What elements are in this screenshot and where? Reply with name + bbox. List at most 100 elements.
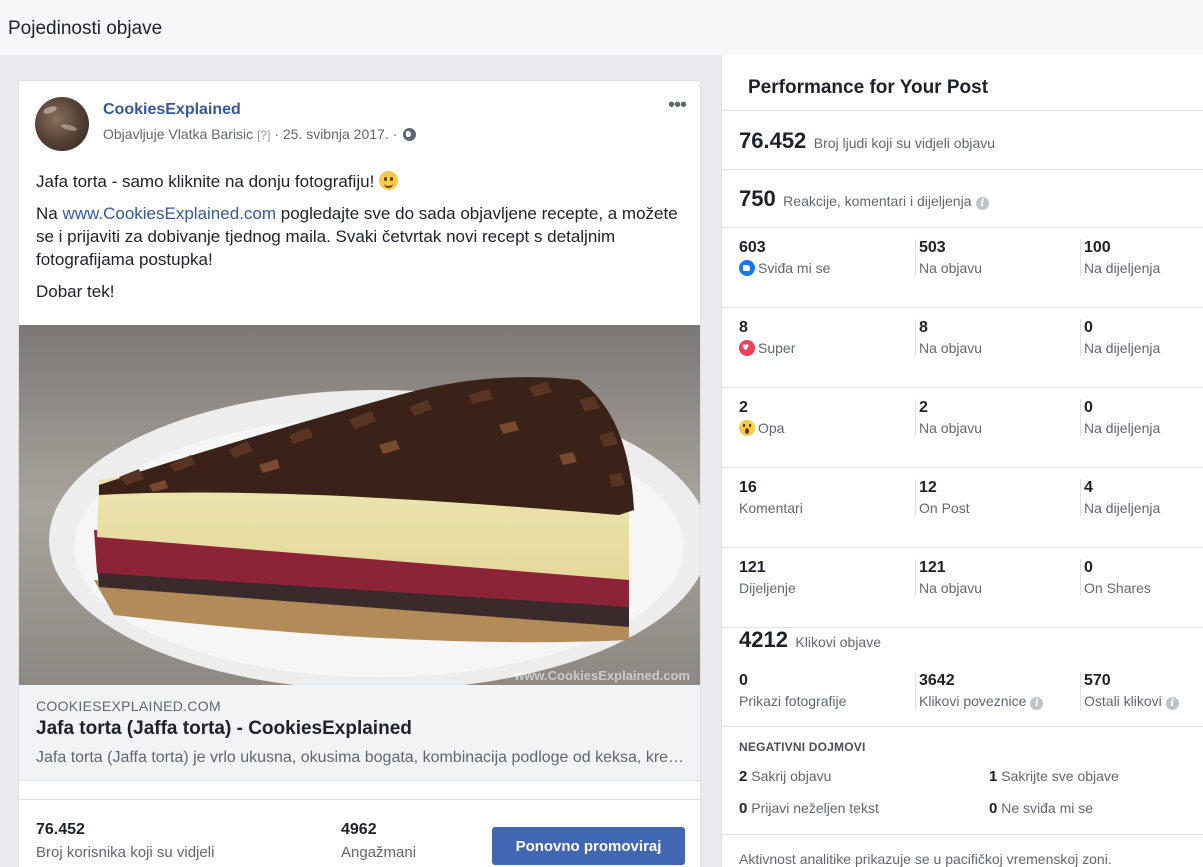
on-shares-label: Na dijeljenja bbox=[1084, 260, 1161, 276]
unlike-label: Ne sviđa mi se bbox=[1001, 800, 1094, 816]
reach-value: 76.452 bbox=[739, 128, 807, 153]
performance-panel: Performance for Your Post 76.452 Broj lj… bbox=[721, 55, 1203, 867]
on-post-label: Na objavu bbox=[919, 420, 983, 436]
total-cell: 16 Komentari bbox=[739, 479, 803, 516]
wow-icon bbox=[739, 420, 755, 436]
total-label: Sviđa mi se bbox=[758, 260, 831, 276]
engagement-label: Reakcije, komentari i dijeljenja bbox=[783, 193, 972, 209]
clicks-label: Klikovi objave bbox=[795, 634, 882, 650]
on-post-cell: 503 Na objavu bbox=[915, 239, 982, 276]
on-shares-cell: 100 Na dijeljenja bbox=[1080, 239, 1160, 276]
engagement-summary: 750 Reakcije, komentari i dijeljenja i bbox=[739, 186, 989, 212]
reaction-stat-row: 2 Opa 2 Na objavu 0 Na dijeljenja bbox=[722, 387, 1203, 463]
smiley-icon bbox=[379, 171, 399, 190]
total-label: Komentari bbox=[739, 500, 803, 516]
reaction-stat-row: 16 Komentari 12 On Post 4 Na dijeljenja bbox=[722, 467, 1203, 543]
divider bbox=[722, 169, 1203, 170]
author-label: Objavljuje Vlatka Barisic bbox=[103, 126, 254, 142]
link-clicks-cell: 3642 Klikovi poveznice i bbox=[915, 672, 1044, 710]
like-icon bbox=[739, 260, 755, 276]
total-cell: 2 Opa bbox=[739, 399, 784, 436]
total-label: Dijeljenje bbox=[739, 580, 796, 596]
post-image[interactable]: www.CookiesExplained.com bbox=[19, 325, 700, 685]
footer-engagement-value: 4962 bbox=[341, 821, 377, 838]
post-date[interactable]: · 25. svibnja 2017. · bbox=[274, 126, 397, 142]
cake-photo bbox=[19, 325, 700, 685]
on-shares-value: 100 bbox=[1084, 239, 1111, 256]
page-name-link[interactable]: CookiesExplained bbox=[103, 101, 241, 119]
page-title: Pojedinosti objave bbox=[8, 18, 163, 39]
total-value: 8 bbox=[739, 319, 748, 336]
timezone-footnote: Aktivnost analitike prikazuje se u pacif… bbox=[739, 851, 1112, 867]
on-post-value: 8 bbox=[919, 319, 928, 336]
on-post-label: Na objavu bbox=[919, 260, 983, 276]
link-clicks-label: Klikovi poveznice bbox=[919, 693, 1027, 709]
link-clicks-value: 3642 bbox=[919, 672, 955, 689]
total-value: 121 bbox=[739, 559, 766, 576]
on-shares-cell: 0 Na dijeljenja bbox=[1080, 319, 1160, 356]
link-title[interactable]: Jafa torta (Jaffa torta) - CookiesExplai… bbox=[36, 718, 412, 740]
link-description: Jafa torta (Jaffa torta) je vrlo ukusna,… bbox=[36, 749, 691, 766]
on-shares-label: Na dijeljenja bbox=[1084, 340, 1161, 356]
total-label: Opa bbox=[758, 420, 785, 436]
report-spam-label: Prijavi neželjen tekst bbox=[751, 800, 879, 816]
author-help-link[interactable]: [?] bbox=[257, 128, 270, 142]
unlike-value: 0 bbox=[989, 800, 998, 817]
on-shares-cell: 4 Na dijeljenja bbox=[1080, 479, 1160, 516]
post-text: Jafa torta - samo kliknite na donju foto… bbox=[36, 170, 691, 312]
link-domain: COOKIESEXPLAINED.COM bbox=[36, 698, 221, 714]
total-cell: 603 Sviđa mi se bbox=[739, 239, 830, 276]
negative-feedback-title: NEGATIVNI DOJMOVI bbox=[739, 740, 866, 754]
divider bbox=[722, 726, 1203, 727]
total-value: 603 bbox=[739, 239, 766, 256]
footer-engagement-label: Angažmani bbox=[341, 844, 417, 861]
photo-views-value: 0 bbox=[739, 672, 748, 689]
clicks-value: 4212 bbox=[739, 627, 788, 652]
on-post-cell: 121 Na objavu bbox=[915, 559, 982, 596]
hide-all-value: 1 bbox=[989, 768, 998, 785]
more-options-icon[interactable]: ••• bbox=[668, 95, 687, 115]
reaction-stat-row: 8 Super 8 Na objavu 0 Na dijeljenja bbox=[722, 307, 1203, 383]
hide-post-stat: 2 Sakrij objavu bbox=[739, 768, 831, 785]
total-label: Super bbox=[758, 340, 796, 356]
reach-label: Broj ljudi koji su vidjeli objavu bbox=[813, 135, 996, 151]
on-shares-value: 4 bbox=[1084, 479, 1093, 496]
hide-all-stat: 1 Sakrijte sve objave bbox=[989, 768, 1119, 785]
on-post-value: 121 bbox=[919, 559, 946, 576]
hide-all-label: Sakrijte sve objave bbox=[1001, 768, 1119, 784]
on-post-label: On Post bbox=[919, 500, 970, 516]
other-clicks-label: Ostali klikovi bbox=[1084, 693, 1162, 709]
boost-again-button[interactable]: Ponovno promoviraj bbox=[492, 827, 685, 865]
info-icon[interactable]: i bbox=[1030, 697, 1044, 710]
post-text-line1: Jafa torta - samo kliknite na donju foto… bbox=[36, 172, 375, 191]
on-post-label: Na objavu bbox=[919, 580, 983, 596]
on-shares-value: 0 bbox=[1084, 559, 1093, 576]
footer-reach: 76.452 Broj korisnika koji su vidjeli bbox=[36, 821, 214, 861]
post-text-p2-prefix: Na bbox=[36, 204, 58, 223]
performance-title: Performance for Your Post bbox=[748, 77, 989, 98]
globe-icon[interactable] bbox=[403, 128, 417, 141]
reach-summary: 76.452 Broj ljudi koji su vidjeli objavu bbox=[739, 128, 995, 154]
post-card: CookiesExplained Objavljuje Vlatka Baris… bbox=[18, 80, 701, 867]
on-post-value: 2 bbox=[919, 399, 928, 416]
photo-views-cell: 0 Prikazi fotografije bbox=[739, 672, 846, 709]
footer-engagement: 4962 Angažmani bbox=[341, 821, 416, 861]
report-spam-value: 0 bbox=[739, 800, 748, 817]
love-icon bbox=[739, 339, 755, 356]
on-post-cell: 8 Na objavu bbox=[915, 319, 982, 356]
on-post-cell: 12 On Post bbox=[915, 479, 970, 516]
website-link[interactable]: www.CookiesExplained.com bbox=[62, 204, 276, 223]
total-value: 2 bbox=[739, 399, 748, 416]
clicks-summary: 4212 Klikovi objave bbox=[739, 627, 881, 653]
footer-divider bbox=[19, 799, 700, 800]
footer-reach-value: 76.452 bbox=[36, 821, 85, 838]
on-shares-cell: 0 On Shares bbox=[1080, 559, 1151, 596]
on-shares-value: 0 bbox=[1084, 319, 1093, 336]
hide-post-label: Sakrij objavu bbox=[751, 768, 832, 784]
on-shares-cell: 0 Na dijeljenja bbox=[1080, 399, 1160, 436]
info-icon[interactable]: i bbox=[1165, 697, 1179, 710]
unlike-stat: 0 Ne sviđa mi se bbox=[989, 800, 1093, 817]
engagement-value: 750 bbox=[739, 186, 776, 211]
page-avatar[interactable] bbox=[35, 97, 89, 151]
info-icon[interactable]: i bbox=[975, 197, 989, 210]
